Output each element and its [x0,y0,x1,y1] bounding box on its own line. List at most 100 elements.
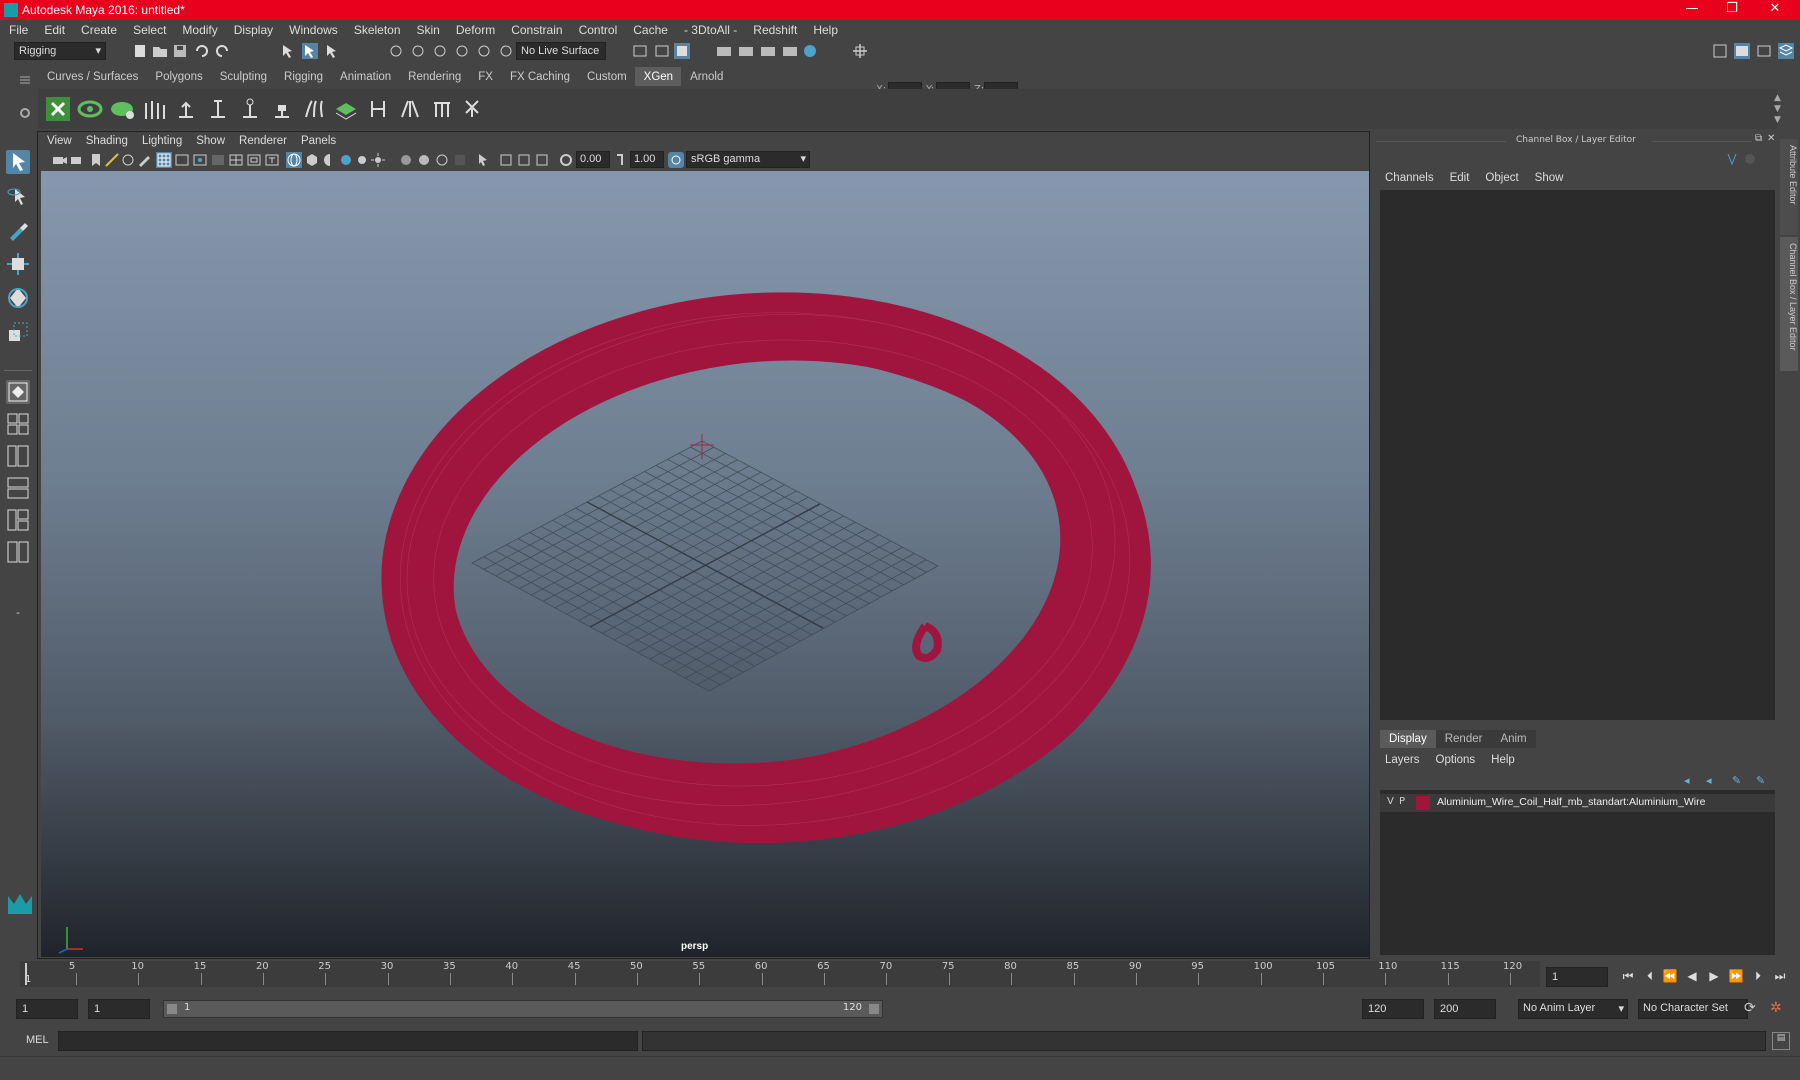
menu-create[interactable]: Create [72,20,124,37]
textured-icon[interactable] [338,152,354,168]
paint-select-tool-icon[interactable] [6,218,30,242]
shadows-icon[interactable] [370,152,386,168]
animation-end-field[interactable]: 200 [1434,999,1496,1019]
layer-tab-display[interactable]: Display [1380,730,1436,748]
layer-tab-anim[interactable]: Anim [1491,730,1536,748]
outliner-persp-layout-icon[interactable] [6,508,30,532]
script-language-toggle[interactable]: MEL [26,1034,49,1046]
camera-attributes-icon[interactable] [70,152,86,168]
range-slider[interactable]: 1 120 [163,1000,883,1018]
viewport-menu-show[interactable]: Show [187,132,230,147]
wireframe-on-shaded-icon[interactable] [322,152,338,168]
xgen-guide-length-icon[interactable] [236,95,264,123]
snap-view-plane-icon[interactable] [454,43,470,59]
step-back-key-icon[interactable]: ⏪ [1662,969,1678,985]
range-start-handle[interactable] [167,1004,177,1014]
shelf-tab-rendering[interactable]: Rendering [399,67,469,86]
menuset-dropdown[interactable]: Rigging ▾ [14,42,106,60]
shelf-tab-fx[interactable]: FX [469,67,501,86]
wireframe-icon[interactable] [286,152,302,168]
new-empty-layer-icon[interactable]: ✎ [1732,774,1741,787]
gate-mask-icon[interactable] [210,152,226,168]
xray-joints-icon[interactable] [534,152,550,168]
grease-pencil-icon[interactable] [136,152,152,168]
step-forward-key-icon[interactable]: ⏩ [1728,969,1744,985]
select-component-icon[interactable] [324,43,340,59]
outliner-graph-layout-icon[interactable] [6,540,30,564]
shelf-tab-custom[interactable]: Custom [578,67,635,86]
cb-menu-channels[interactable]: Channels [1376,170,1441,184]
range-end-handle[interactable] [869,1004,879,1014]
safe-action-icon[interactable] [246,152,262,168]
xgen-cut-guide-icon[interactable] [428,95,456,123]
xgen-bend-guide-icon[interactable] [300,95,328,123]
anim-layer-dropdown[interactable]: No Anim Layer ▾ [1518,999,1628,1019]
exposure-icon[interactable] [558,152,574,168]
xray-icon[interactable] [498,152,514,168]
attribute-editor-toggle-icon[interactable] [1734,43,1750,59]
xgen-create-guides-icon[interactable] [140,95,168,123]
cb-menu-edit[interactable]: Edit [1441,170,1477,184]
save-scene-icon[interactable] [172,43,188,59]
menu-3dtoall[interactable]: - 3DtoAll - [675,20,744,37]
grid-toggle-icon[interactable] [156,152,172,168]
command-input[interactable] [58,1031,638,1051]
layer-color-swatch[interactable] [1416,796,1430,810]
new-layer-selected-icon[interactable]: ✎ [1756,774,1765,787]
four-view-layout-icon[interactable] [6,412,30,436]
snap-point-icon[interactable] [432,43,448,59]
live-surface-field[interactable]: No Live Surface [516,42,606,60]
shelf-tab-arnold[interactable]: Arnold [681,67,731,86]
depth-of-field-icon[interactable] [452,152,468,168]
menu-edit[interactable]: Edit [35,20,72,37]
viewport-menu-panels[interactable]: Panels [292,132,341,147]
viewport-menu-lighting[interactable]: Lighting [133,132,187,147]
shelf-settings-gear-icon[interactable] [18,106,32,120]
layer-tab-render[interactable]: Render [1435,730,1492,748]
xray-active-components-icon[interactable] [516,152,532,168]
menu-deform[interactable]: Deform [447,20,502,37]
le-menu-help[interactable]: Help [1482,752,1522,766]
menu-select[interactable]: Select [124,20,173,37]
move-layer-down-icon[interactable]: ◂ [1706,774,1712,787]
menu-skeleton[interactable]: Skeleton [345,20,408,37]
tool-settings-toggle-icon[interactable] [1756,43,1772,59]
field-chart-icon[interactable] [228,152,244,168]
menu-modify[interactable]: Modify [173,20,224,37]
menu-file[interactable]: File [0,20,35,37]
modeling-toolkit-icon[interactable] [1712,43,1728,59]
perspective-viewport[interactable]: persp [41,171,1369,957]
menu-control[interactable]: Control [570,20,625,37]
shelf-tab-sculpting[interactable]: Sculpting [211,67,275,86]
select-object-icon[interactable] [302,43,318,59]
cb-menu-show[interactable]: Show [1526,170,1571,184]
smooth-shade-icon[interactable] [304,152,320,168]
bookmarks-icon[interactable] [88,152,104,168]
minimize-button[interactable]: — [1672,1,1712,19]
playback-end-field[interactable]: 120 [1362,999,1424,1019]
time-slider[interactable]: 1 5 10 15 20 25 30 35 40 45 50 55 60 65 70 75 80 85 90 95 1… [20,959,1540,989]
gamma-field[interactable]: 1.00 [630,151,664,168]
move-layer-up-icon[interactable]: ◂ [1684,774,1690,787]
select-camera-icon[interactable] [52,152,68,168]
output-ops-icon[interactable] [654,43,670,59]
render-current-icon[interactable] [738,43,754,59]
input-ops-icon[interactable] [632,43,648,59]
exposure-field[interactable]: 0.00 [576,151,610,168]
layer-row[interactable]: V P Aluminium_Wire_Coil_Half_mb_standart… [1380,794,1775,812]
menu-skin[interactable]: Skin [408,20,447,37]
screen-space-ao-icon[interactable] [398,152,414,168]
viewport-menu-view[interactable]: View [38,132,77,147]
render-view-icon[interactable] [716,43,732,59]
anti-aliasing-icon[interactable] [434,152,450,168]
step-forward-frame-icon[interactable]: ⏵ [1750,969,1766,985]
shelf-tab-polygons[interactable]: Polygons [146,67,210,86]
color-space-dropdown[interactable]: sRGB gamma ▾ [686,151,810,168]
xgen-sculpt-guide-icon[interactable] [204,95,232,123]
select-tool-icon[interactable] [6,150,30,174]
shelf-tab-rigging[interactable]: Rigging [275,67,331,86]
xgen-delete-guide-icon[interactable] [458,95,486,123]
attribute-editor-tab[interactable]: Attribute Editor [1780,139,1798,235]
close-panel-icon[interactable]: ✕ [1767,133,1775,144]
toolbox-more-icon[interactable]: - [6,606,30,630]
